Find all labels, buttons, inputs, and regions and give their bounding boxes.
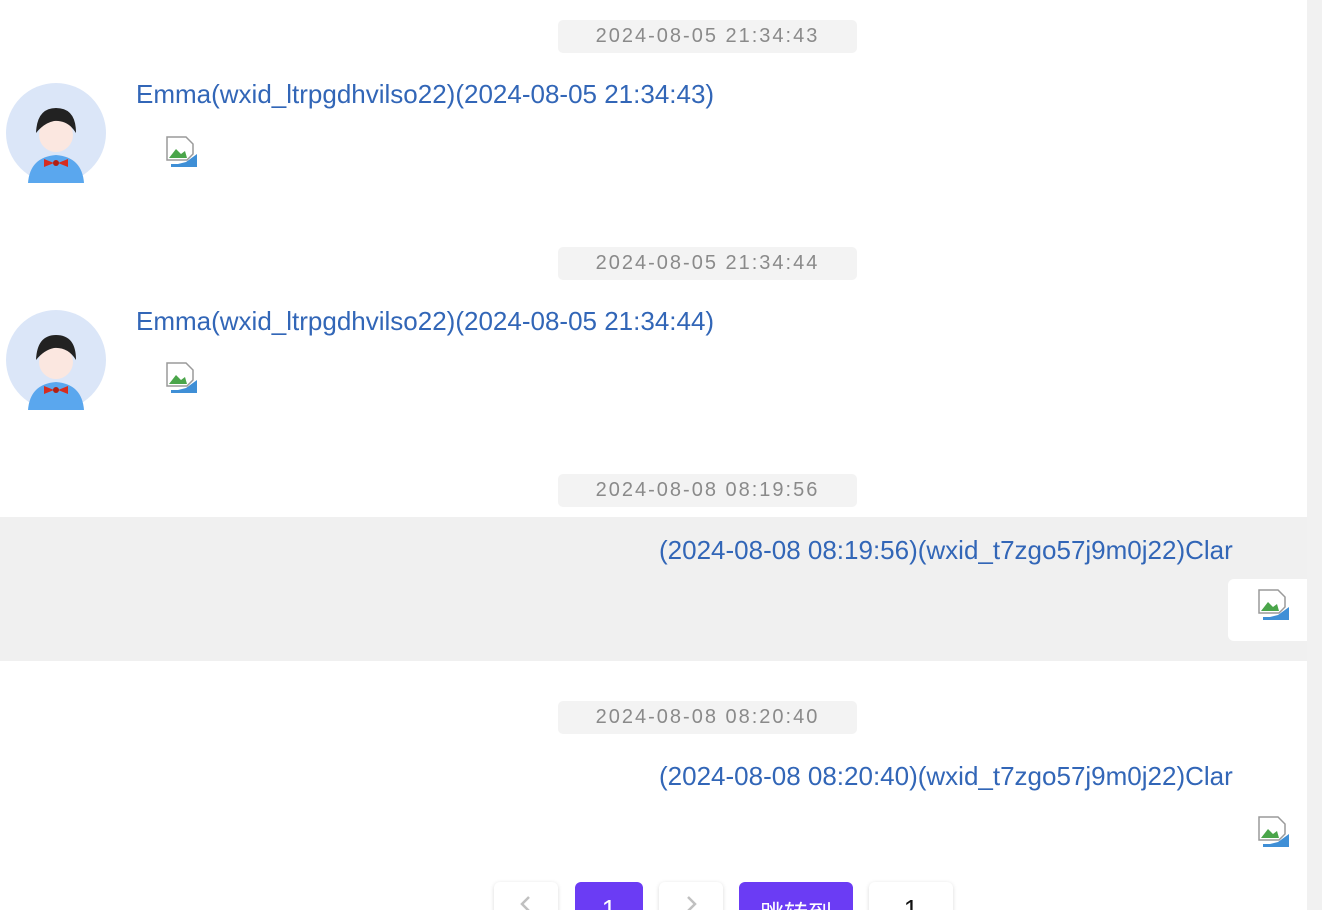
page-button-current[interactable]: 1 — [575, 882, 643, 910]
message-timestamp: 2024-08-05 21:34:43 — [558, 20, 857, 53]
message-timestamp: 2024-08-05 21:34:44 — [558, 247, 857, 280]
sender-name: Emma(wxid_ltrpgdhvilso22)(2024-08-05 21:… — [136, 79, 715, 109]
avatar[interactable] — [6, 83, 106, 183]
page-number-input[interactable]: 1 — [869, 882, 953, 910]
chevron-left-icon — [520, 896, 530, 910]
jump-to-button[interactable]: 跳转到 — [739, 882, 853, 910]
sender-name: (2024-08-08 08:20:40)(wxid_t7zgo57j9m0j2… — [659, 761, 1233, 791]
broken-image-icon[interactable] — [1258, 589, 1290, 621]
chevron-right-icon — [687, 896, 697, 910]
next-page-button[interactable] — [659, 882, 723, 910]
chat-log: 2024-08-05 21:34:43 Emma(wxid_ltrpgdhvil… — [0, 0, 1307, 910]
sender-name: (2024-08-08 08:19:56)(wxid_t7zgo57j9m0j2… — [659, 535, 1233, 565]
broken-image-icon[interactable] — [166, 362, 198, 394]
prev-page-button[interactable] — [494, 882, 558, 910]
broken-image-icon[interactable] — [166, 136, 198, 168]
broken-image-icon[interactable] — [1258, 816, 1290, 848]
sender-name: Emma(wxid_ltrpgdhvilso22)(2024-08-05 21:… — [136, 306, 715, 336]
scrollbar[interactable] — [1307, 0, 1322, 910]
avatar[interactable] — [6, 310, 106, 410]
message-timestamp: 2024-08-08 08:19:56 — [558, 474, 857, 507]
message-timestamp: 2024-08-08 08:20:40 — [558, 701, 857, 734]
